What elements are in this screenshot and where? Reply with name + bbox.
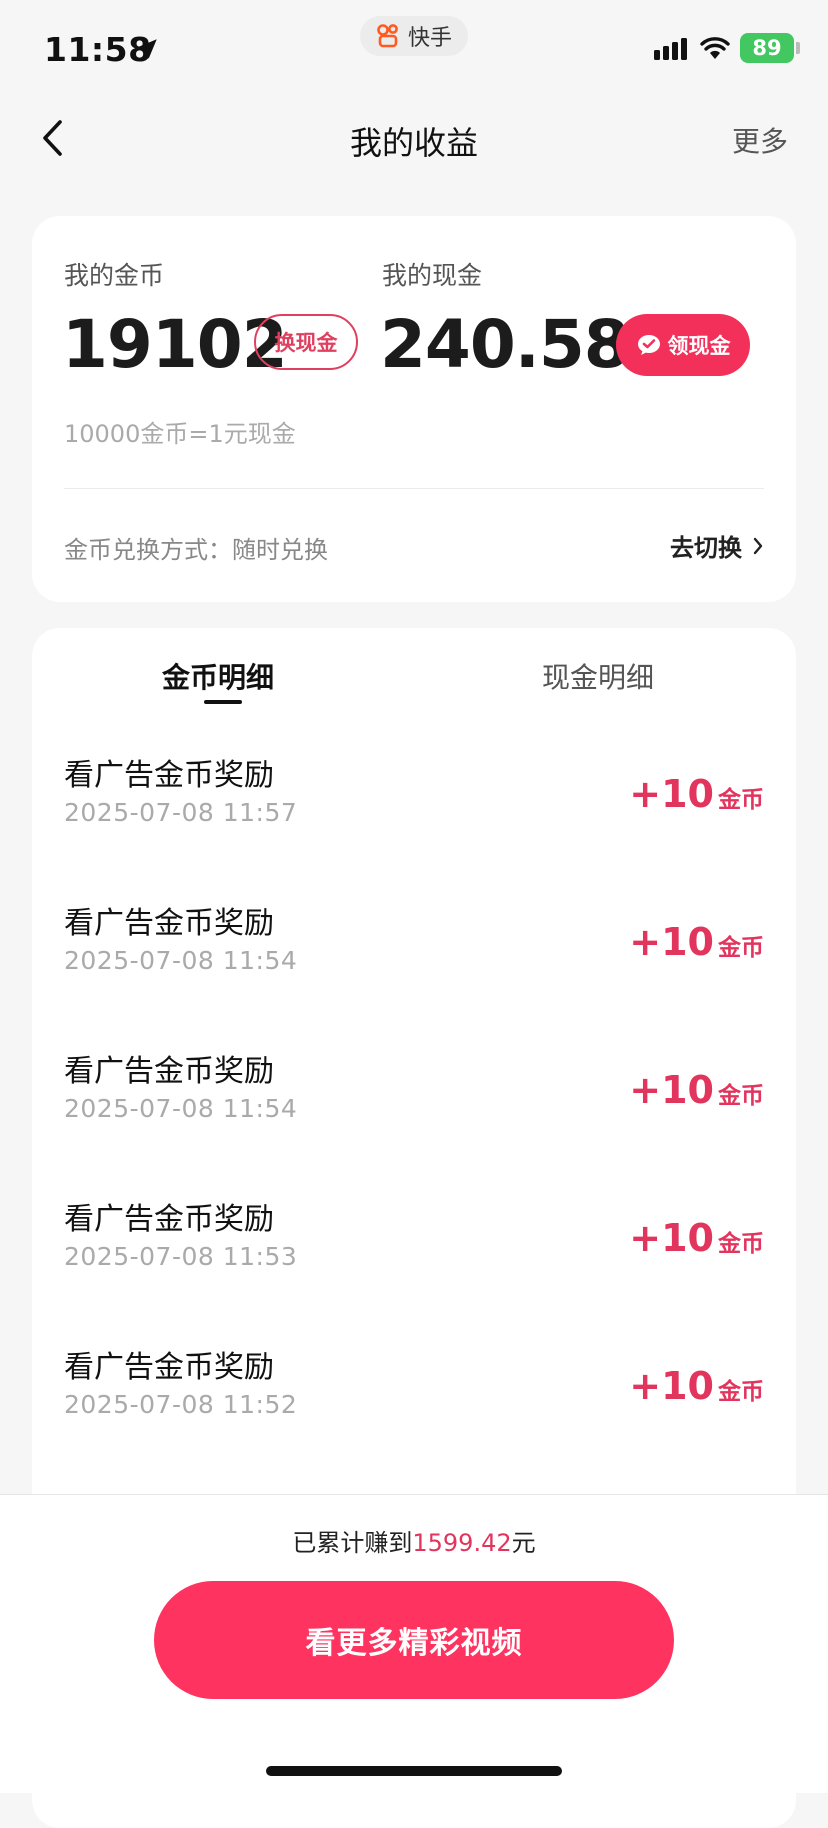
withdraw-cash-button[interactable]: 领现金 [616, 314, 750, 376]
bottom-action-bar: 已累计赚到1599.42元 看更多精彩视频 [0, 1494, 828, 1793]
cellular-signal-icon [654, 38, 687, 60]
coins-value: 19102 [62, 306, 288, 383]
record-time: 2025-07-08 11:57 [64, 798, 298, 827]
app-indicator: 快手 [360, 16, 468, 56]
record-amount-unit: 金币 [718, 1379, 764, 1405]
cash-label: 我的现金 [382, 261, 483, 290]
nav-bar: 我的收益 更多 [0, 96, 828, 178]
active-tab-indicator [204, 700, 242, 704]
location-arrow-icon [137, 39, 157, 59]
list-item[interactable]: 看广告金币奖励 2025-07-08 11:53 +10 金币 [32, 1194, 796, 1342]
watch-more-videos-button[interactable]: 看更多精彩视频 [154, 1581, 674, 1699]
record-amount: +10 金币 [629, 1068, 764, 1112]
record-amount-unit: 金币 [718, 935, 764, 961]
record-amount-unit: 金币 [718, 1231, 764, 1257]
record-amount-value: +10 [629, 1216, 714, 1260]
list-item[interactable]: 看广告金币奖励 2025-07-08 11:52 +10 金币 [32, 1342, 796, 1490]
battery-level: 89 [752, 36, 782, 60]
record-title: 看广告金币奖励 [64, 1054, 274, 1089]
exchange-rate-text: 10000金币=1元现金 [64, 420, 296, 448]
battery-icon: 89 [740, 33, 794, 63]
tab-coin-detail[interactable]: 金币明细 [162, 656, 274, 696]
record-amount: +10 金币 [629, 772, 764, 816]
status-bar: 11:58 快手 89 [0, 0, 828, 96]
record-time: 2025-07-08 11:53 [64, 1242, 298, 1271]
switch-method-label: 去切换 [670, 534, 742, 562]
record-amount: +10 金币 [629, 1216, 764, 1260]
record-amount-value: +10 [629, 1068, 714, 1112]
record-title: 看广告金币奖励 [64, 906, 274, 941]
wechat-pay-icon [637, 335, 660, 355]
record-title: 看广告金币奖励 [64, 1350, 274, 1385]
record-time: 2025-07-08 11:54 [64, 1094, 298, 1123]
record-amount-unit: 金币 [718, 1083, 764, 1109]
total-earned-prefix: 已累计赚到 [292, 1529, 413, 1557]
divider [64, 488, 764, 489]
record-title: 看广告金币奖励 [64, 758, 274, 793]
total-earned-value: 1599.42 [412, 1529, 512, 1557]
cash-value: 240.58 [380, 306, 630, 383]
total-earned-suffix: 元 [511, 1529, 536, 1557]
withdraw-cash-label: 领现金 [667, 334, 731, 358]
battery-cap [796, 42, 800, 54]
record-amount-value: +10 [629, 1364, 714, 1408]
chevron-right-icon [753, 537, 763, 554]
record-time: 2025-07-08 11:54 [64, 946, 298, 975]
record-amount: +10 金币 [629, 920, 764, 964]
tab-cash-detail[interactable]: 现金明细 [542, 656, 654, 696]
list-item[interactable]: 看广告金币奖励 2025-07-08 11:54 +10 金币 [32, 898, 796, 1046]
record-amount-value: +10 [629, 772, 714, 816]
wifi-icon [700, 37, 730, 59]
record-amount: +10 金币 [629, 1364, 764, 1408]
record-time: 2025-07-08 11:52 [64, 1390, 298, 1419]
list-item[interactable]: 看广告金币奖励 2025-07-08 11:54 +10 金币 [32, 1046, 796, 1194]
record-title: 看广告金币奖励 [64, 1202, 274, 1237]
earnings-summary-card: 我的金币 19102 换现金 我的现金 240.58 领现金 10000金币=1… [32, 216, 796, 602]
exchange-cash-button[interactable]: 换现金 [254, 314, 358, 370]
kuaishou-logo-icon [377, 24, 398, 48]
total-earned-text: 已累计赚到1599.42元 [0, 1523, 828, 1558]
more-button[interactable]: 更多 [732, 120, 788, 160]
switch-method-link[interactable]: 去切换 [670, 528, 764, 563]
record-amount-unit: 金币 [718, 787, 764, 813]
home-indicator[interactable] [266, 1766, 562, 1776]
page-title: 我的收益 [349, 124, 478, 162]
record-amount-value: +10 [629, 920, 714, 964]
exchange-method-text: 金币兑换方式：随时兑换 [64, 536, 328, 564]
coins-label: 我的金币 [64, 261, 165, 290]
list-item[interactable]: 看广告金币奖励 2025-07-08 11:57 +10 金币 [32, 750, 796, 898]
app-name: 快手 [407, 26, 452, 51]
